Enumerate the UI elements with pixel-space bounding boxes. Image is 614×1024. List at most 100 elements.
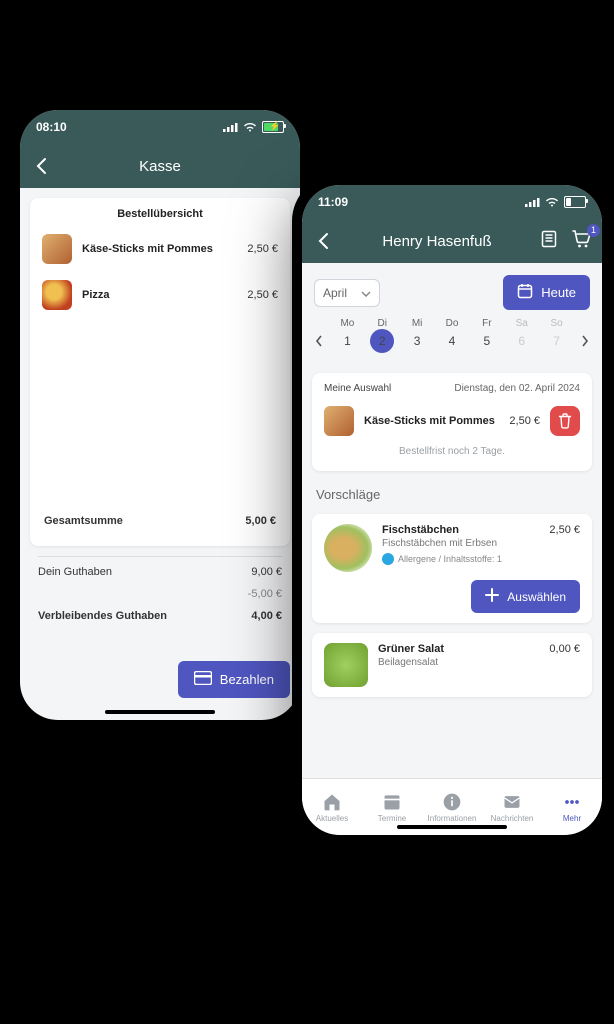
calendar-icon: [382, 792, 402, 812]
allergen-text: Allergene / Inhaltsstoffe: 1: [398, 554, 502, 564]
weekday: Sa: [504, 318, 539, 329]
app-bar: Kasse: [20, 144, 300, 188]
battery-icon: ⚡: [262, 121, 284, 133]
item-price: 2,50 €: [247, 289, 278, 301]
selection-heading: Meine Auswahl: [324, 383, 391, 394]
overview-heading: Bestellübersicht: [30, 198, 290, 226]
today-button[interactable]: Heute: [503, 275, 590, 310]
signal-icon: [223, 122, 238, 132]
item-name: Käse-Sticks mit Pommes: [82, 243, 237, 255]
suggestion-card: Grüner Salat Beilagensalat 0,00 €: [312, 633, 592, 697]
pay-label: Bezahlen: [220, 672, 274, 687]
phone-menu: 11:09 Henry Hasenfuß: [292, 175, 612, 845]
deadline-text: Bestellfrist noch 2 Tage.: [324, 440, 580, 459]
status-bar: 11:09: [302, 185, 602, 219]
credit-value: 9,00 €: [251, 566, 282, 578]
delete-button[interactable]: [550, 406, 580, 436]
weekday: Mo: [330, 318, 365, 329]
cart-badge: 1: [587, 224, 600, 237]
day[interactable]: 3: [400, 334, 435, 348]
app-bar: Henry Hasenfuß 1: [302, 219, 602, 263]
battery-icon: [564, 196, 586, 208]
allergen-icon: [382, 553, 394, 565]
calendar-icon: [517, 283, 533, 302]
tab-label: Nachrichten: [491, 814, 534, 823]
back-button[interactable]: [30, 155, 52, 177]
plus-icon: [485, 588, 499, 605]
item-price: 2,50 €: [509, 415, 540, 427]
tab-aktuelles[interactable]: Aktuelles: [302, 779, 362, 835]
total-value: 5,00 €: [245, 515, 276, 527]
suggestion-name: Grüner Salat: [378, 643, 539, 655]
order-item: Pizza 2,50 €: [30, 272, 290, 318]
today-label: Heute: [541, 285, 576, 300]
pay-button[interactable]: Bezahlen: [178, 661, 290, 698]
tab-mehr[interactable]: Mehr: [542, 779, 602, 835]
suggestion-sub: Beilagensalat: [378, 657, 539, 668]
day[interactable]: 5: [469, 334, 504, 348]
day-selected[interactable]: 2: [365, 329, 400, 353]
mail-icon: [502, 792, 522, 812]
weekday: Fr: [469, 318, 504, 329]
suggestion-card: Fischstäbchen Fischstäbchen mit Erbsen A…: [312, 514, 592, 623]
item-price: 2,50 €: [247, 243, 278, 255]
day[interactable]: 7: [539, 334, 574, 348]
receipt-icon[interactable]: [540, 230, 558, 253]
phone-checkout: 08:10 ⚡ Kasse Beste: [10, 100, 310, 730]
suggestion-price: 0,00 €: [549, 643, 580, 655]
weekday: So: [539, 318, 574, 329]
item-name: Käse-Sticks mit Pommes: [364, 415, 499, 427]
day[interactable]: 6: [504, 334, 539, 348]
home-indicator: [397, 825, 507, 829]
select-label: Auswählen: [507, 590, 566, 604]
month-select[interactable]: April: [314, 279, 380, 307]
remaining-label: Verbleibendes Guthaben: [38, 610, 167, 622]
weekday: Do: [435, 318, 470, 329]
credit-label: Dein Guthaben: [38, 566, 112, 578]
credit-row: Dein Guthaben 9,00 €: [38, 561, 282, 583]
selection-card: Meine Auswahl Dienstag, den 02. April 20…: [312, 373, 592, 471]
week-strip: Mo Di Mi Do Fr Sa So 1 2 3 4: [302, 314, 602, 363]
tab-label: Aktuelles: [316, 814, 348, 823]
info-icon: [442, 792, 462, 812]
more-icon: [562, 792, 582, 812]
wifi-icon: [243, 122, 257, 132]
tab-label: Termine: [378, 814, 406, 823]
home-icon: [322, 792, 342, 812]
card-icon: [194, 671, 212, 688]
month-label: April: [323, 286, 347, 300]
order-item: Käse-Sticks mit Pommes 2,50 €: [30, 226, 290, 272]
weekday: Di: [365, 318, 400, 329]
status-bar: 08:10 ⚡: [20, 110, 300, 144]
suggestion-price: 2,50 €: [549, 524, 580, 536]
allergen-row[interactable]: Allergene / Inhaltsstoffe: 1: [382, 553, 539, 565]
signal-icon: [525, 197, 540, 207]
food-thumbnail: [324, 406, 354, 436]
order-card: Bestellübersicht Käse-Sticks mit Pommes …: [30, 198, 290, 546]
day[interactable]: 4: [435, 334, 470, 348]
food-thumbnail: [42, 234, 72, 264]
back-button[interactable]: [312, 230, 334, 252]
selection-date: Dienstag, den 02. April 2024: [454, 383, 580, 394]
remaining-row: Verbleibendes Guthaben 4,00 €: [38, 605, 282, 627]
food-thumbnail: [42, 280, 72, 310]
status-time: 11:09: [318, 195, 348, 209]
suggestion-sub: Fischstäbchen mit Erbsen: [382, 538, 539, 549]
item-name: Pizza: [82, 289, 237, 301]
week-prev[interactable]: [308, 335, 330, 347]
credit-delta-row: -5,00 €: [38, 583, 282, 605]
wifi-icon: [545, 197, 559, 207]
credit-delta: -5,00 €: [248, 588, 282, 600]
chevron-down-icon: [361, 286, 371, 300]
tab-label: Mehr: [563, 814, 581, 823]
cart-button[interactable]: 1: [572, 230, 592, 253]
remaining-value: 4,00 €: [251, 610, 282, 622]
food-thumbnail: [324, 524, 372, 572]
food-thumbnail: [324, 643, 368, 687]
status-time: 08:10: [36, 120, 67, 134]
page-title: Henry Hasenfuß: [334, 233, 540, 250]
week-next[interactable]: [574, 335, 596, 347]
day[interactable]: 1: [330, 334, 365, 348]
select-button[interactable]: Auswählen: [471, 580, 580, 613]
tab-label: Informationen: [428, 814, 477, 823]
